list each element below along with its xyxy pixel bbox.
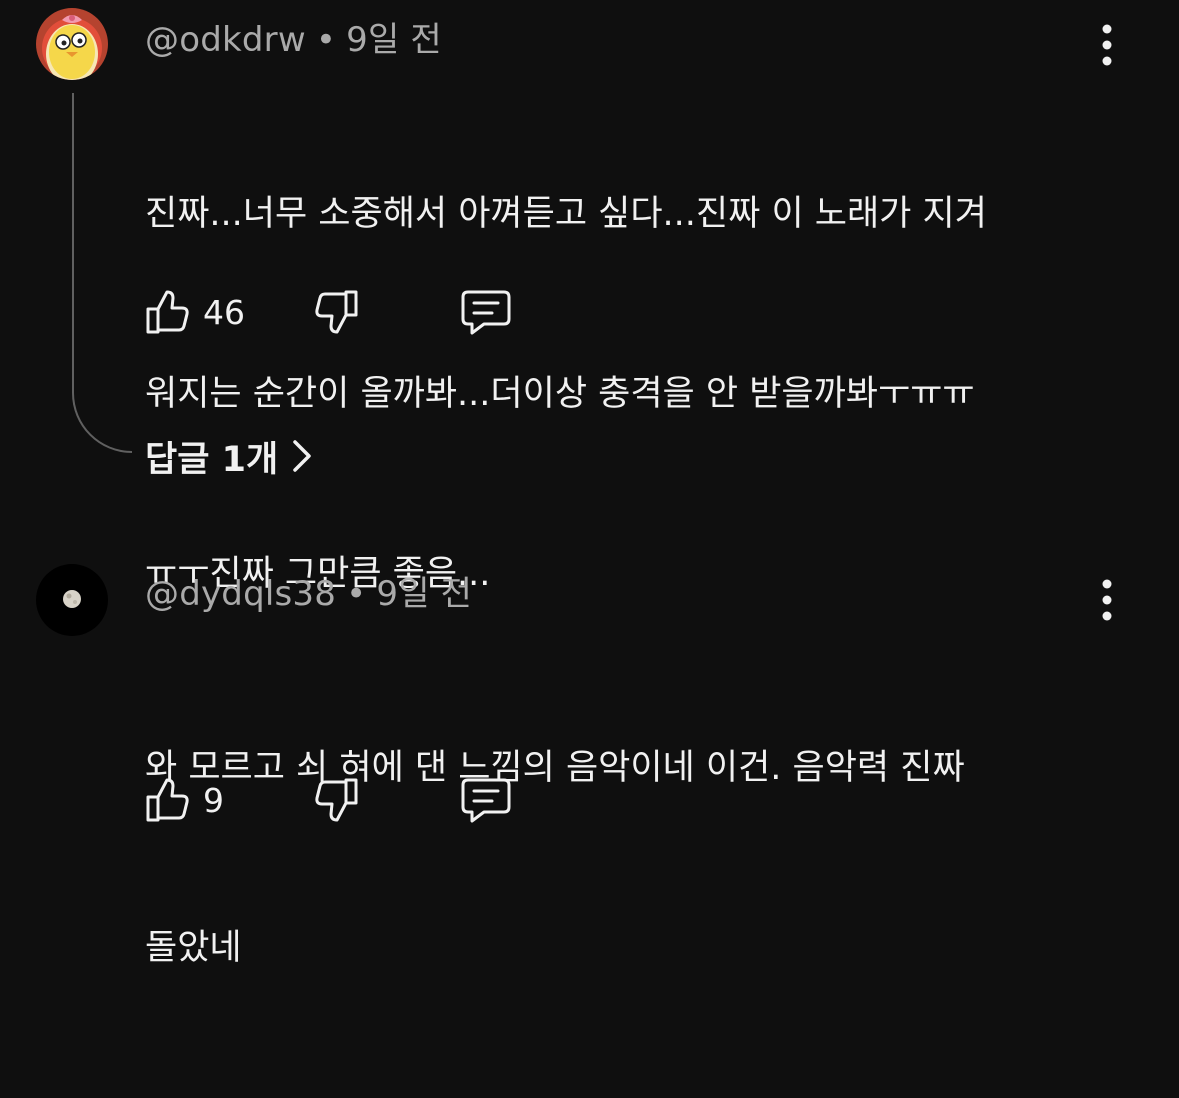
- thumbs-down-icon: [315, 778, 358, 822]
- comment-meta: @odkdrw • 9일 전: [145, 12, 442, 61]
- more-actions-button[interactable]: [1089, 23, 1125, 67]
- avatar[interactable]: [36, 564, 108, 636]
- more-vert-icon: [1102, 24, 1112, 66]
- like-count: 46: [203, 292, 245, 332]
- comment-text: 와 모르고 쇠 혀에 댄 느낌의 음악이네 이건. 음악력 진짜 돌았네: [145, 618, 1095, 1098]
- comment-time[interactable]: 9일 전: [346, 20, 442, 60]
- comment-line: 진짜...너무 소중해서 아껴듣고 싶다...진짜 이 노래가 지겨: [145, 194, 987, 234]
- thumbs-up-icon: [146, 290, 189, 334]
- replies-label: 답글 1개: [145, 439, 279, 480]
- comment-icon: [461, 778, 511, 823]
- view-replies-button[interactable]: 답글 1개: [145, 430, 314, 482]
- comment-meta: @dydqls38 • 9일 전: [145, 566, 472, 615]
- author-handle[interactable]: @odkdrw: [145, 20, 306, 60]
- meta-separator: •: [346, 574, 367, 614]
- thumbs-down-icon: [315, 290, 358, 334]
- comment-time[interactable]: 9일 전: [376, 574, 472, 614]
- like-button[interactable]: 9: [145, 774, 224, 826]
- comment-line: 워지는 순간이 올까봐...더이상 충격을 안 받을까봐ㅜㅠㅠ: [145, 374, 975, 414]
- chevron-right-icon: [293, 440, 311, 472]
- more-actions-button[interactable]: [1089, 578, 1125, 622]
- reply-button[interactable]: [460, 286, 512, 338]
- comment-line: 돌았네: [145, 928, 242, 968]
- more-vert-icon: [1102, 579, 1112, 621]
- like-button[interactable]: 46: [145, 286, 245, 338]
- dislike-button[interactable]: [313, 774, 359, 826]
- thumbs-up-icon: [146, 778, 189, 822]
- meta-separator: •: [315, 20, 337, 60]
- author-handle[interactable]: @dydqls38: [145, 574, 336, 614]
- avatar[interactable]: [36, 8, 108, 80]
- comment-line: 와 모르고 쇠 혀에 댄 느낌의 음악이네 이건. 음악력 진짜: [145, 748, 965, 788]
- dislike-button[interactable]: [313, 286, 359, 338]
- like-count: 9: [203, 780, 224, 820]
- reply-thread-line: [72, 93, 132, 453]
- comment-icon: [461, 290, 511, 335]
- reply-button[interactable]: [460, 774, 512, 826]
